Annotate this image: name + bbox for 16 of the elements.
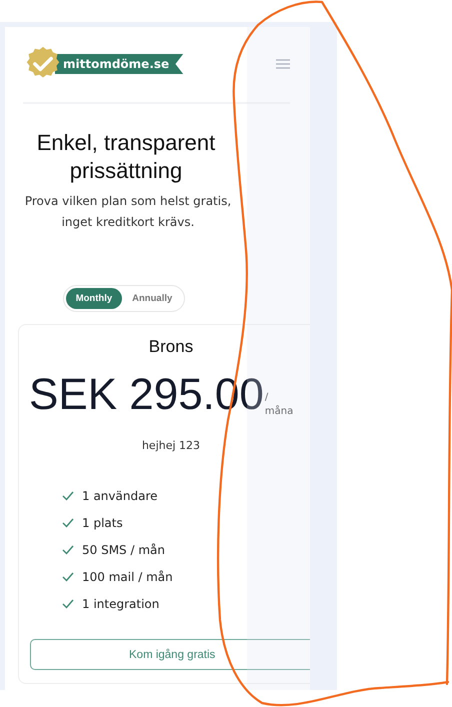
- feature-text: 100 mail / mån: [82, 570, 173, 584]
- feature-text: 1 integration: [82, 596, 160, 610]
- get-started-button[interactable]: Kom igång gratis: [30, 639, 310, 670]
- plan-description: hejhej 123: [140, 439, 202, 452]
- menu-icon[interactable]: [276, 59, 290, 69]
- logo-text: mittomdöme.se: [55, 54, 184, 74]
- logo[interactable]: mittomdöme.se: [25, 46, 184, 82]
- page-title: Enkel, transparent prissättning: [36, 129, 216, 185]
- subtitle: Prova vilken plan som helst gratis, inget kreditkort krävs.: [24, 193, 232, 231]
- feature-text: 50 SMS / mån: [82, 542, 165, 556]
- plan-name: Brons: [148, 337, 194, 357]
- feature-text: 1 användare: [82, 488, 158, 502]
- price-period: /måna: [264, 391, 294, 419]
- billing-tab[interactable]: Monthly: [66, 288, 122, 309]
- feature-text: 1 plats: [82, 516, 123, 530]
- billing-tab[interactable]: Annually: [122, 288, 182, 309]
